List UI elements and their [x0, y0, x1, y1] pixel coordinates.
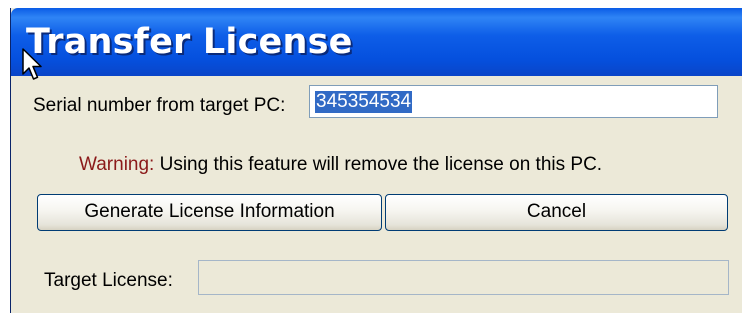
- title-bar[interactable]: Transfer License: [11, 8, 742, 76]
- generate-license-button[interactable]: Generate License Information: [37, 194, 382, 231]
- serial-number-label: Serial number from target PC:: [33, 95, 286, 116]
- serial-number-input[interactable]: 345354534: [309, 85, 718, 118]
- serial-number-value[interactable]: 345354534: [315, 91, 413, 113]
- arrow-cursor-icon: [22, 48, 42, 80]
- warning-label: Warning:: [79, 154, 155, 175]
- transfer-license-dialog: Transfer License Serial number from targ…: [10, 8, 742, 313]
- window-title: Transfer License: [26, 22, 353, 62]
- cancel-button[interactable]: Cancel: [385, 194, 728, 231]
- target-license-field: [198, 260, 729, 295]
- warning-message: Warning: Using this feature will remove …: [79, 154, 602, 176]
- target-license-label: Target License:: [44, 270, 173, 291]
- dialog-body: Serial number from target PC: 345354534 …: [11, 76, 742, 313]
- warning-text: Using this feature will remove the licen…: [154, 154, 603, 175]
